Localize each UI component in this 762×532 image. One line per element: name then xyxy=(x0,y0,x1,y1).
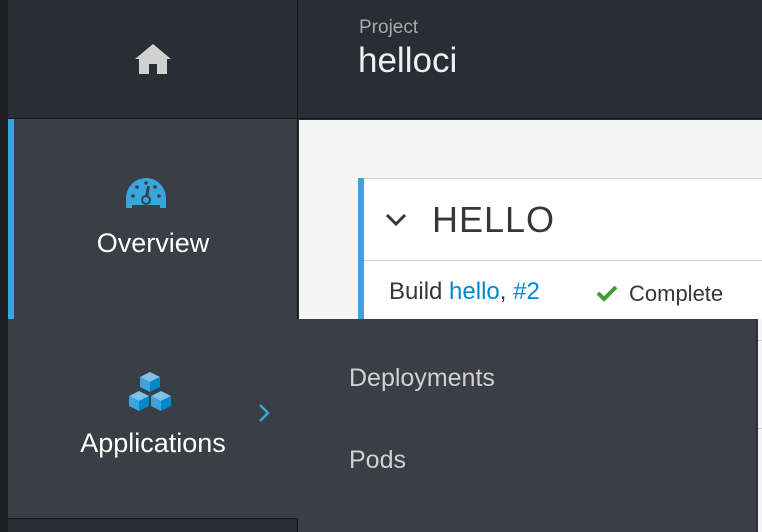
home-icon xyxy=(134,44,171,74)
left-edge xyxy=(0,0,8,532)
card-header[interactable] xyxy=(364,179,762,261)
nav-item-applications-label: Applications xyxy=(80,428,226,458)
dashboard-icon xyxy=(126,178,166,208)
build-separator: , xyxy=(499,278,507,305)
flyout-item-deployments[interactable]: Deployments xyxy=(349,364,495,393)
cubes-icon xyxy=(129,372,171,411)
build-prefix: Build xyxy=(389,278,443,305)
project-name[interactable]: helloci xyxy=(358,41,457,81)
build-number-link[interactable]: #2 xyxy=(513,278,540,305)
check-icon xyxy=(596,285,618,302)
nav-item-overview-label: Overview xyxy=(96,228,210,258)
build-row: Build hello, #2 xyxy=(389,278,540,306)
chevron-down-icon[interactable] xyxy=(384,212,408,228)
chevron-right-icon xyxy=(259,404,270,422)
active-indicator xyxy=(8,119,14,319)
flyout-item-pods[interactable]: Pods xyxy=(349,446,406,475)
home-button[interactable] xyxy=(8,0,298,119)
divider xyxy=(758,340,762,341)
nav-item-next[interactable] xyxy=(8,518,298,532)
card-title: HELLO xyxy=(432,199,556,240)
build-status: Complete xyxy=(629,281,724,306)
project-header: Project helloci xyxy=(299,0,762,119)
nav-item-overview[interactable] xyxy=(8,119,298,319)
nav-item-applications[interactable] xyxy=(8,319,298,518)
applications-flyout-menu xyxy=(298,319,758,532)
build-name-link[interactable]: hello xyxy=(449,278,500,305)
project-label: Project xyxy=(359,17,419,38)
divider xyxy=(758,428,762,429)
content-sliver xyxy=(758,319,762,532)
